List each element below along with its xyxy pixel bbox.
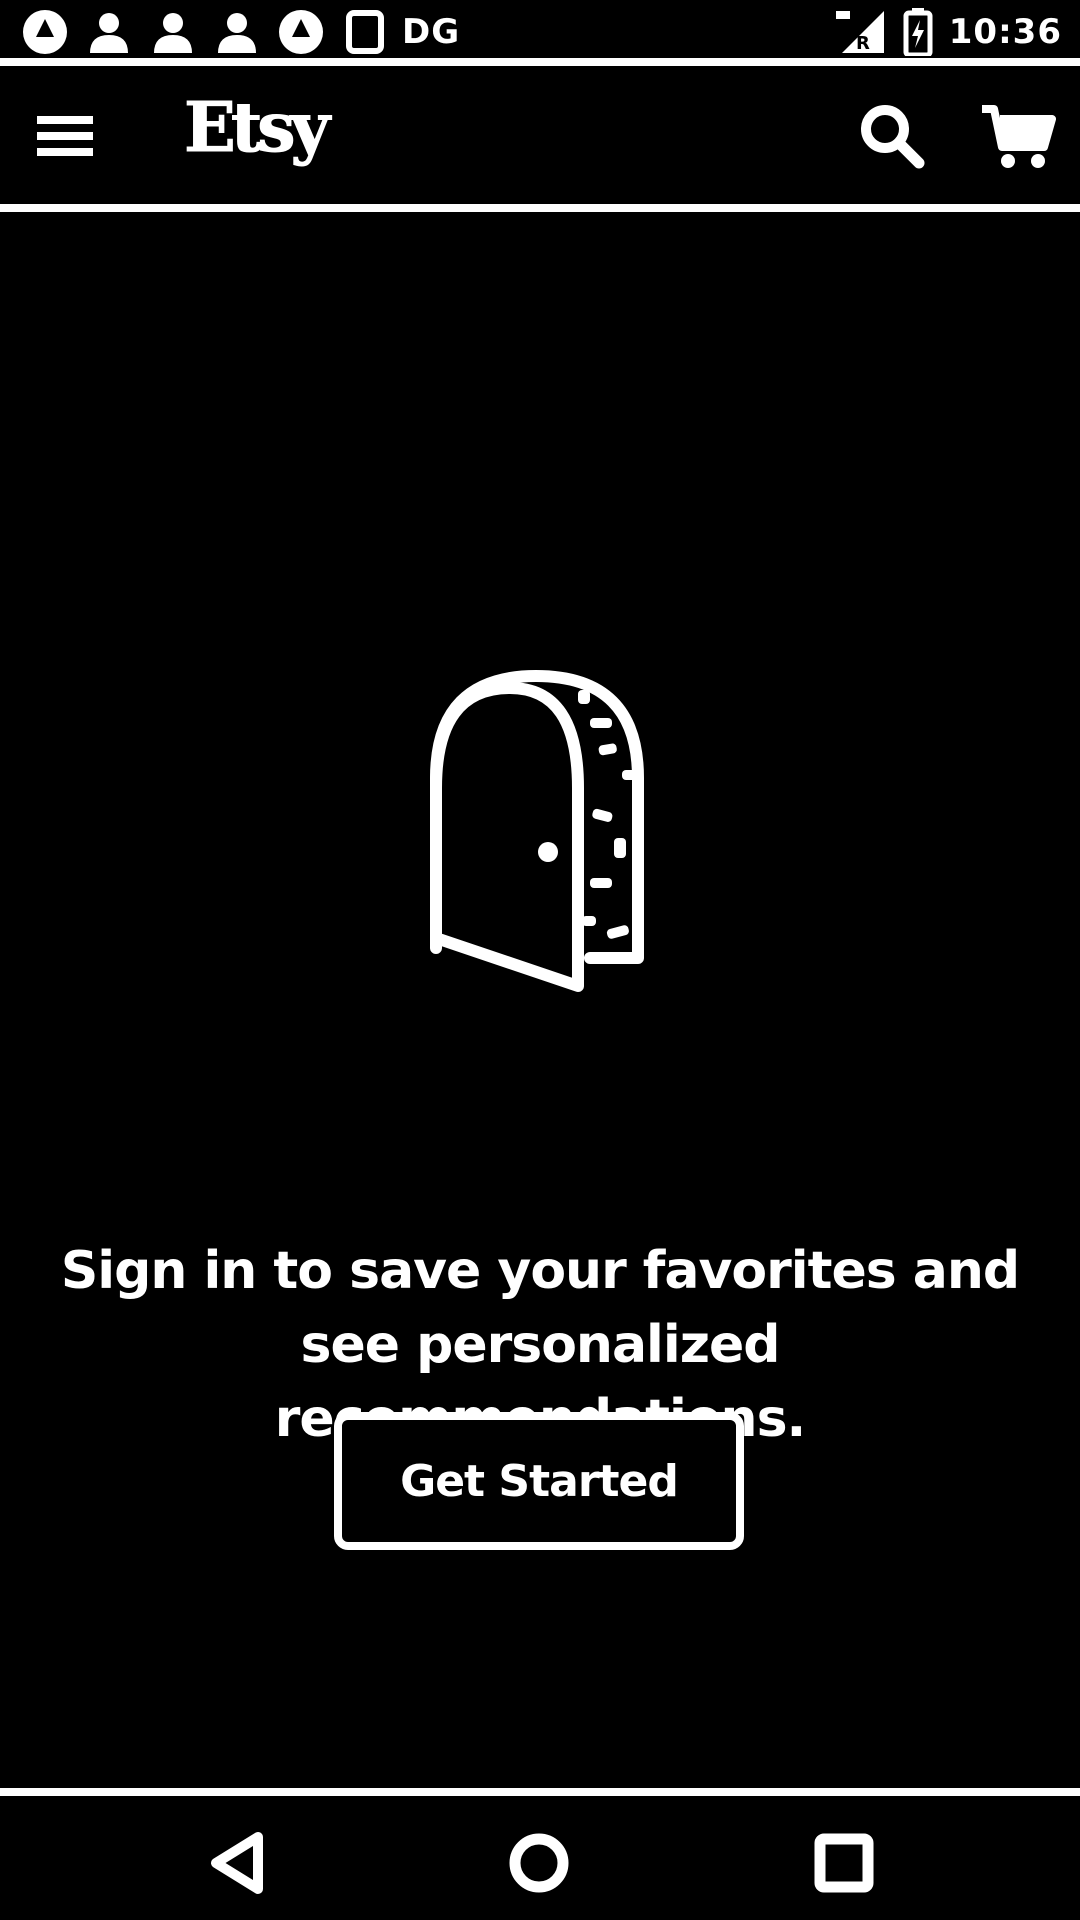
app-bar: Etsy [0, 66, 1080, 204]
square-notification-icon [338, 5, 392, 59]
system-nav-bar [0, 1796, 1080, 1920]
person-icon [146, 5, 200, 59]
recents-square-icon[interactable] [799, 1818, 889, 1908]
cart-icon[interactable] [975, 96, 1060, 176]
empty-state: Sign in to save your favorites and see p… [0, 214, 1080, 1788]
status-time: 10:36 [948, 12, 1062, 52]
person-icon [82, 5, 136, 59]
status-bar-divider [0, 58, 1080, 66]
open-door-icon [426, 668, 656, 1214]
etsy-logo[interactable]: Etsy [183, 94, 330, 163]
status-bar-notifications: DG [18, 6, 460, 58]
home-circle-icon[interactable] [494, 1818, 584, 1908]
app-bar-divider [0, 204, 1080, 212]
status-bar-system: R 10:36 [833, 6, 1062, 58]
search-icon[interactable] [852, 96, 932, 176]
brand-circle-icon [274, 5, 328, 59]
get-started-button[interactable]: Get Started [334, 1412, 744, 1550]
signal-icon: R [833, 5, 887, 59]
status-extra-label: DG [402, 12, 461, 52]
brand-circle-icon [18, 5, 72, 59]
svg-text:R: R [856, 33, 870, 54]
battery-icon [901, 5, 935, 59]
nav-bar-divider [0, 1788, 1080, 1796]
back-triangle-icon[interactable] [193, 1818, 283, 1908]
hamburger-menu-icon[interactable] [30, 104, 100, 168]
status-bar: DG R 10:36 [0, 0, 1080, 58]
person-icon [210, 5, 264, 59]
